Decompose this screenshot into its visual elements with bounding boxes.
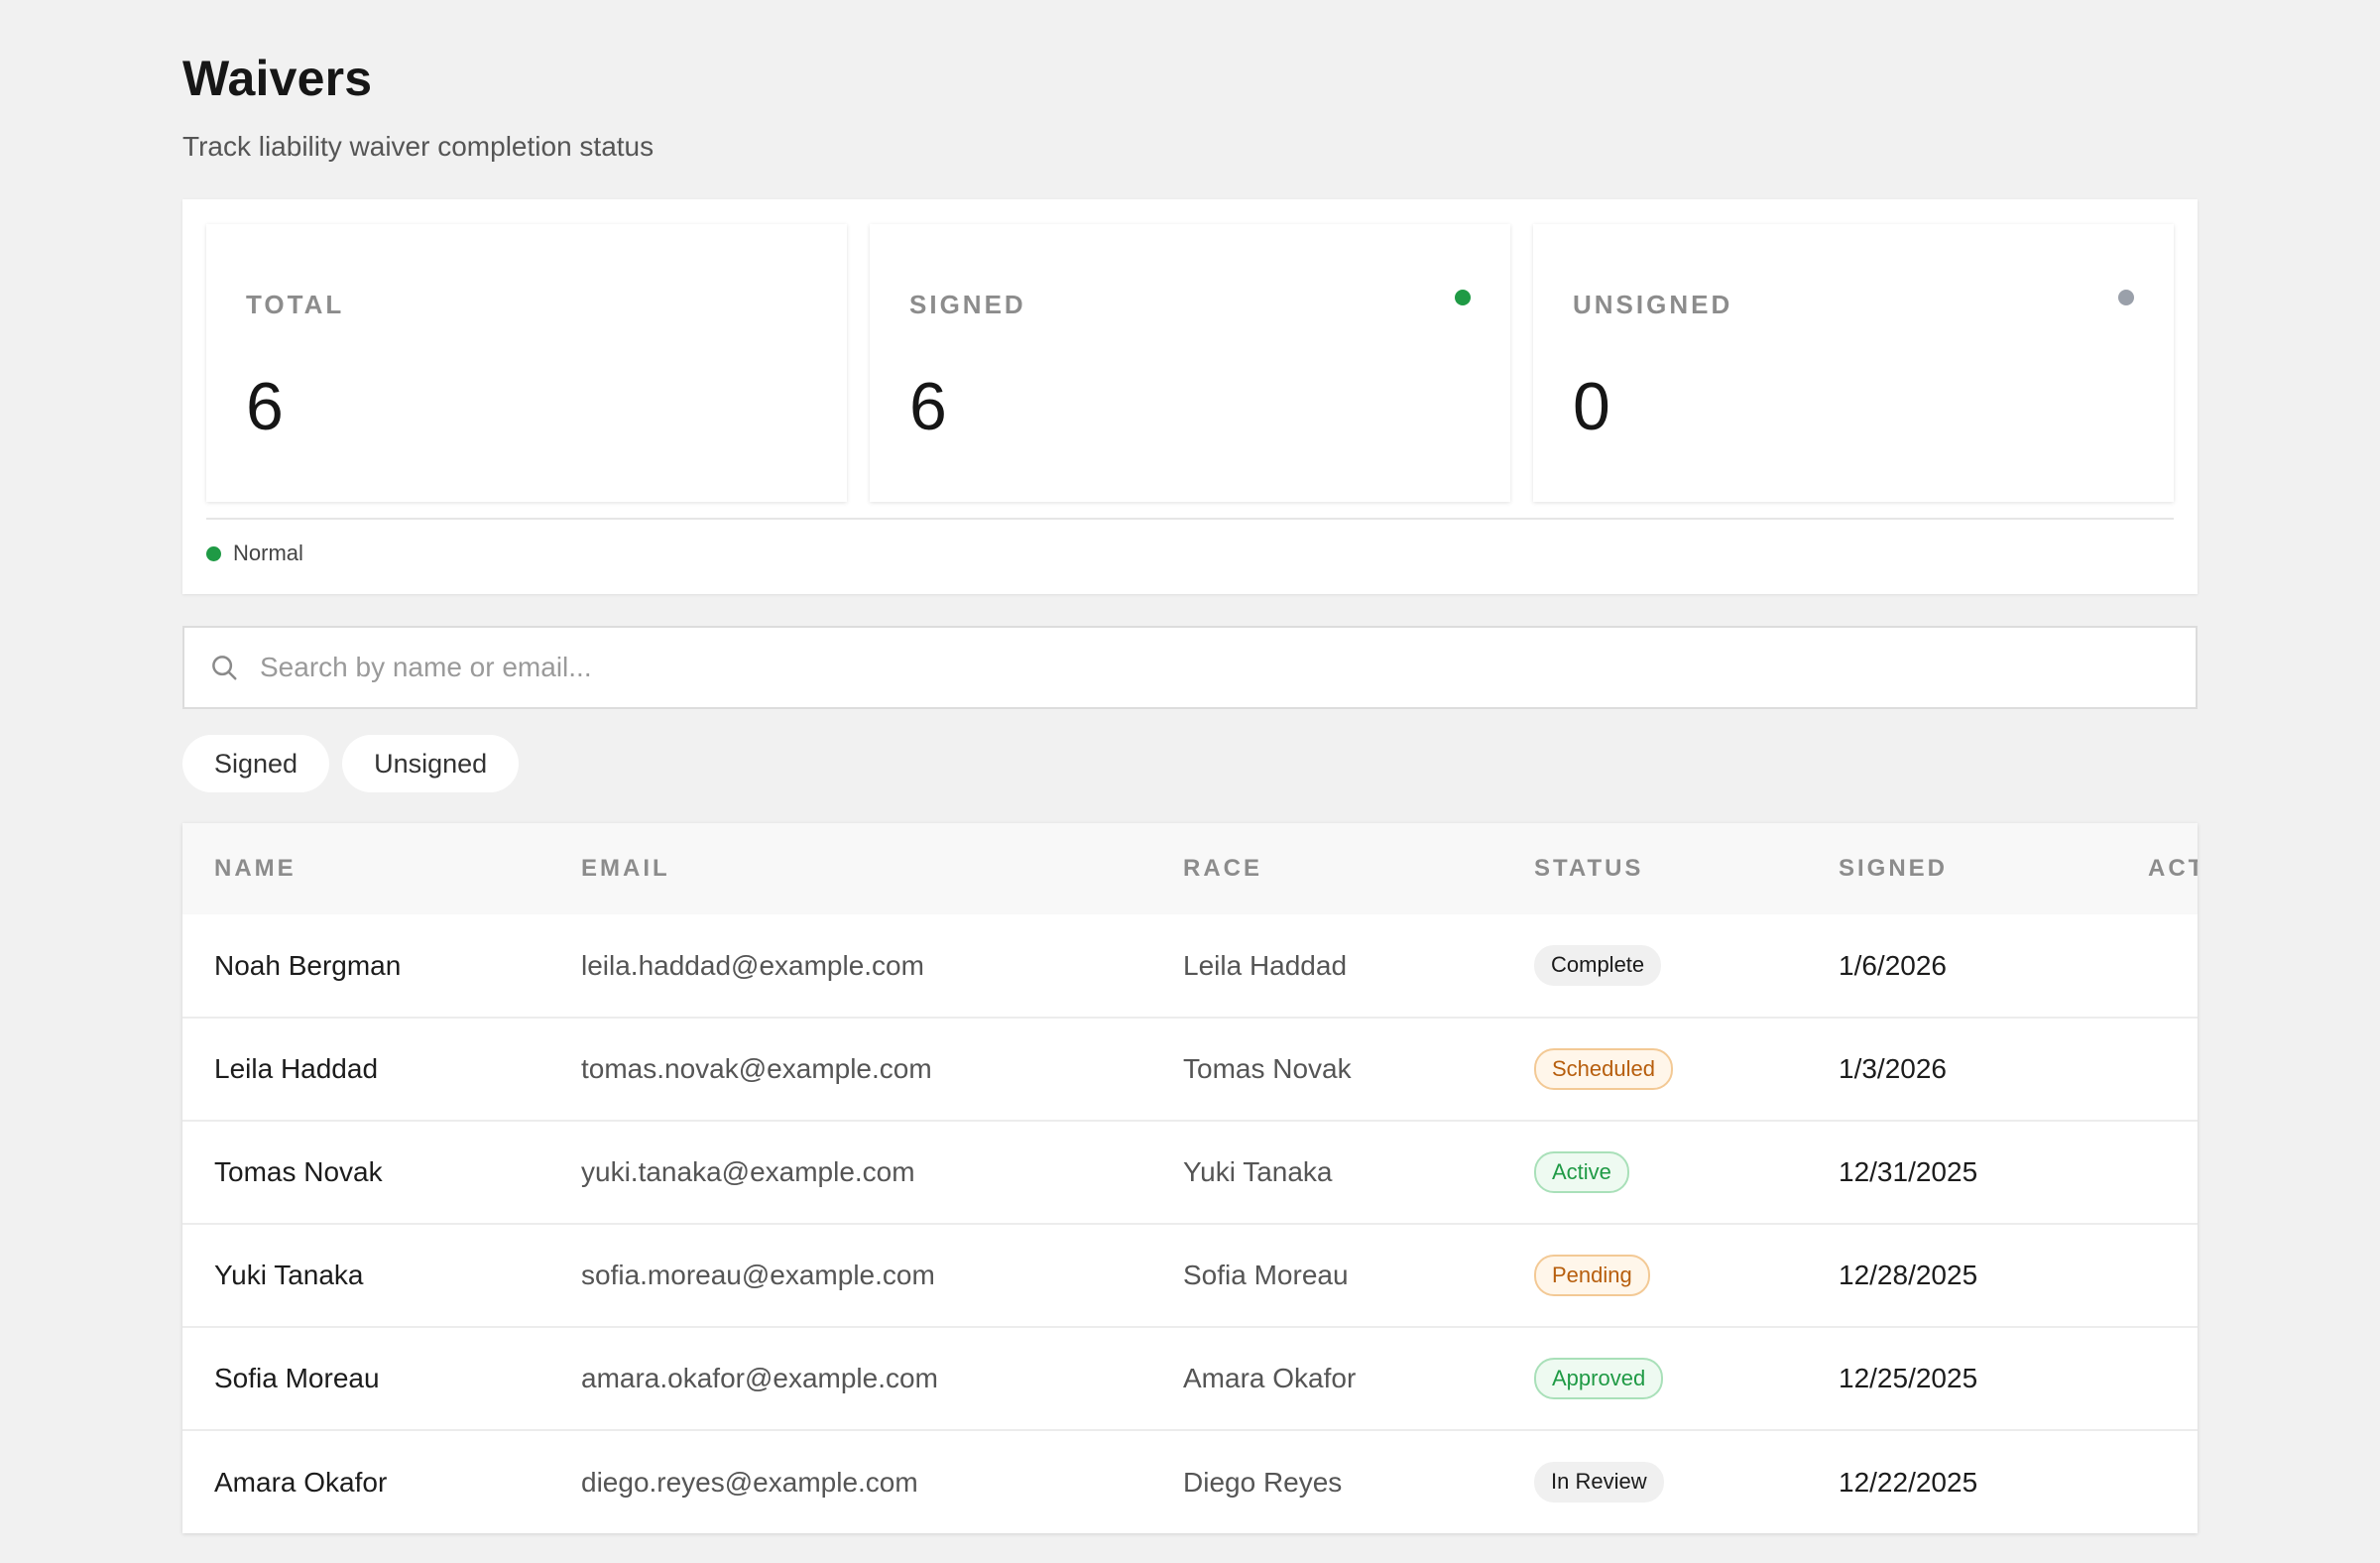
table-row[interactable]: Noah Bergman leila.haddad@example.com Le… [182,914,2198,1018]
status-dot-icon [1455,290,1471,305]
cell-email: yuki.tanaka@example.com [581,1156,915,1187]
cell-actions [2116,1018,2198,1121]
table-header-row: NAME EMAIL RACE STATUS SIGNED ACTIONS [182,823,2198,914]
status-badge: Scheduled [1534,1047,1673,1091]
cell-actions [2116,1121,2198,1224]
column-header-name[interactable]: NAME [182,823,549,914]
cell-actions [2116,1327,2198,1430]
cell-email: sofia.moreau@example.com [581,1260,935,1290]
legend-label: Normal [233,541,303,565]
table-row[interactable]: Amara Okafor diego.reyes@example.com Die… [182,1430,2198,1533]
cell-name: Leila Haddad [214,1053,379,1084]
cell-race: Tomas Novak [1183,1053,1352,1084]
search-input[interactable] [258,651,2146,684]
filter-signed-button[interactable]: Signed [182,735,330,792]
search-icon [208,652,240,683]
column-header-signed[interactable]: SIGNED [1807,823,2116,914]
cell-signed: 12/31/2025 [1839,1156,1978,1187]
table-row[interactable]: Leila Haddad tomas.novak@example.com Tom… [182,1018,2198,1121]
stat-label: SIGNED [909,290,1026,319]
column-header-email[interactable]: EMAIL [549,823,1151,914]
stat-card-signed: SIGNED 6 [870,224,1510,502]
cell-email: leila.haddad@example.com [581,949,924,981]
status-badge: Pending [1534,1254,1650,1297]
cell-race: Yuki Tanaka [1183,1156,1333,1187]
cell-email: amara.okafor@example.com [581,1363,938,1393]
column-header-race[interactable]: RACE [1151,823,1502,914]
table-row[interactable]: Tomas Novak yuki.tanaka@example.com Yuki… [182,1121,2198,1224]
stat-card-unsigned: UNSIGNED 0 [1533,224,2174,502]
legend-dot-icon [206,545,221,561]
cell-actions [2116,1430,2198,1533]
status-badge: Active [1534,1150,1629,1194]
cell-status: Active [1502,1121,1807,1224]
status-badge: In Review [1534,1462,1664,1503]
cell-actions [2116,1224,2198,1327]
waivers-table: NAME EMAIL RACE STATUS SIGNED ACTIONS No… [182,823,2198,1533]
filter-unsigned-button[interactable]: Unsigned [342,735,520,792]
table-row[interactable]: Yuki Tanaka sofia.moreau@example.com Sof… [182,1224,2198,1327]
cell-status: Scheduled [1502,1018,1807,1121]
page-title: Waivers [182,51,373,106]
cell-signed: 12/25/2025 [1839,1363,1978,1393]
column-header-status[interactable]: STATUS [1502,823,1807,914]
cell-status: In Review [1502,1430,1807,1533]
table-row[interactable]: Sofia Moreau amara.okafor@example.com Am… [182,1327,2198,1430]
waivers-table-card: NAME EMAIL RACE STATUS SIGNED ACTIONS No… [182,823,2198,1533]
divider [206,518,2174,520]
cell-signed: 1/6/2026 [1839,949,1947,981]
cell-signed: 12/22/2025 [1839,1466,1978,1498]
stat-label: UNSIGNED [1573,290,1733,319]
stat-label: TOTAL [246,290,345,319]
filter-chips: Signed Unsigned [182,735,520,792]
status-badge: Approved [1534,1357,1664,1400]
cell-name: Sofia Moreau [214,1363,380,1393]
cell-signed: 1/3/2026 [1839,1053,1947,1084]
cell-name: Amara Okafor [214,1466,388,1498]
cell-race: Leila Haddad [1183,949,1348,981]
cell-race: Diego Reyes [1183,1466,1343,1498]
cell-name: Yuki Tanaka [214,1260,364,1290]
cell-email: tomas.novak@example.com [581,1053,932,1084]
stat-value: 6 [246,369,284,444]
cell-status: Approved [1502,1327,1807,1430]
cell-status: Complete [1502,914,1807,1018]
cell-signed: 12/28/2025 [1839,1260,1978,1290]
column-header-actions: ACTIONS [2148,855,2198,882]
page-subtitle: Track liability waiver completion status [182,131,654,162]
cell-name: Noah Bergman [214,949,402,981]
stat-card-total: TOTAL 6 [206,224,847,502]
cell-name: Tomas Novak [214,1156,383,1187]
stats-panel: TOTAL 6 SIGNED 6 UNSIGNED 0 Normal [182,199,2198,594]
cell-actions [2116,914,2198,1018]
status-legend: Normal [206,541,303,566]
stat-value: 0 [1573,369,1610,444]
cell-race: Amara Okafor [1183,1363,1357,1393]
cell-email: diego.reyes@example.com [581,1466,918,1498]
status-dot-icon [2118,290,2134,305]
stat-value: 6 [909,369,947,444]
search-bar[interactable] [182,626,2198,709]
cell-status: Pending [1502,1224,1807,1327]
status-badge: Complete [1534,945,1662,986]
cell-race: Sofia Moreau [1183,1260,1349,1290]
